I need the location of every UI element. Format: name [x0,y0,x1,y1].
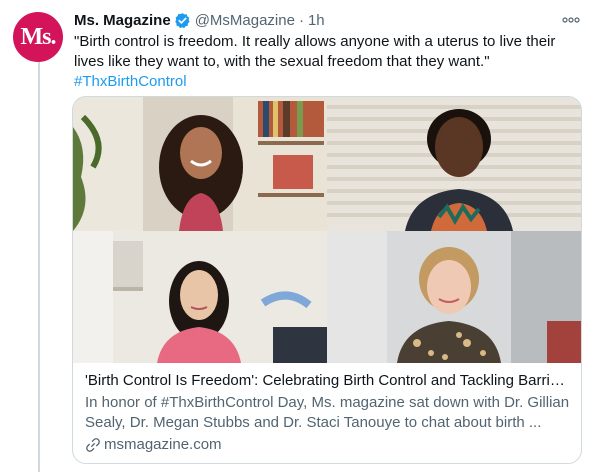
avatar[interactable]: Ms. [13,12,63,62]
author-handle[interactable]: @MsMagazine [195,12,295,29]
verified-badge-icon [174,12,191,29]
video-call-tile-3 [73,231,327,363]
tweet-body: "Birth control is freedom. It really all… [74,33,556,70]
author-name[interactable]: Ms. Magazine [74,12,171,29]
tweet-text: "Birth control is freedom. It really all… [74,32,579,92]
card-title[interactable]: 'Birth Control Is Freedom': Celebrating … [85,371,571,391]
thread-line [38,58,40,472]
card-text[interactable]: 'Birth Control Is Freedom': Celebrating … [85,371,571,455]
timestamp[interactable]: 1h [308,12,325,29]
hashtag-link[interactable]: #ThxBirthControl [74,72,579,92]
video-call-tile-1 [73,97,327,231]
card-domain-text: msmagazine.com [104,436,222,453]
tweet-header: Ms. Magazine @MsMagazine · 1h [74,10,325,30]
avatar-logo-text: Ms. [20,23,57,50]
more-options-icon[interactable] [560,10,582,30]
video-call-tile-2 [327,97,581,231]
card-image-grid[interactable] [73,97,581,363]
link-preview-card[interactable]: 'Birth Control Is Freedom': Celebrating … [72,96,582,464]
link-icon [85,437,101,453]
card-domain: msmagazine.com [85,435,571,455]
card-description: In honor of #ThxBirthControl Day, Ms. ma… [85,394,570,431]
video-call-tile-4 [327,231,581,363]
separator-dot: · [298,11,304,29]
